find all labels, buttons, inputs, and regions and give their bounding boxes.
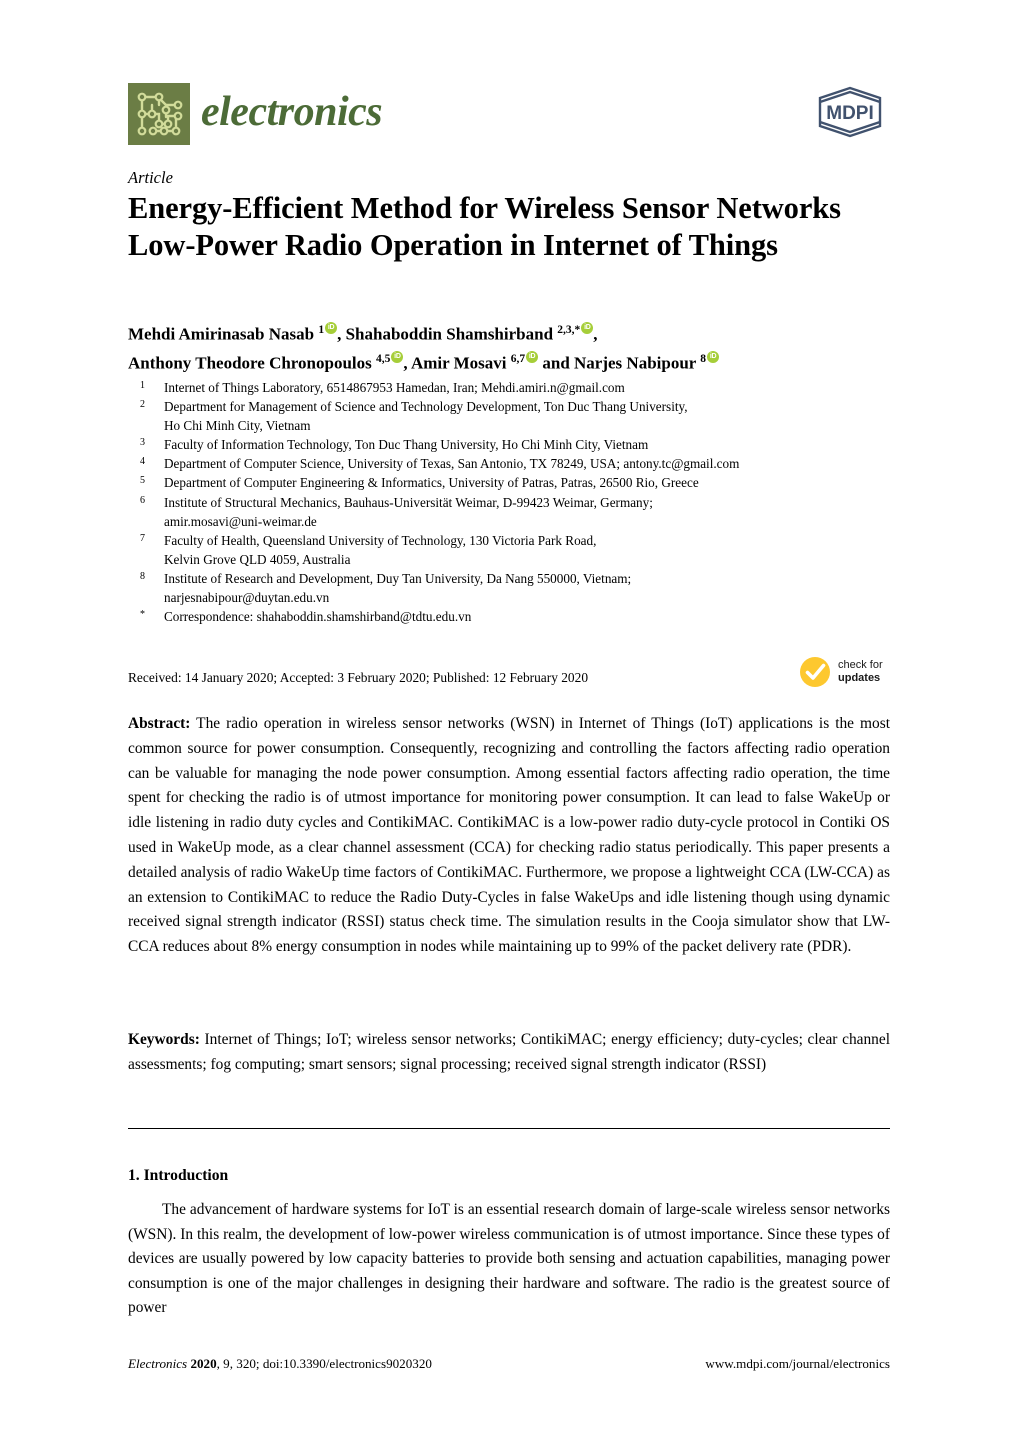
footer-year: 2020 [190,1356,217,1371]
publication-dates: Received: 14 January 2020; Accepted: 3 F… [128,670,589,685]
author-name: Shahaboddin Shamshirband [345,324,558,344]
affiliation-row: 6 Institute of Structural Mechanics, Bauh… [140,493,900,531]
affiliation-marker: 8 [140,570,145,582]
abstract-block: Abstract: The radio operation in wireles… [128,712,890,960]
affiliation-line: Ho Chi Minh City, Vietnam [164,418,311,434]
affiliation-marker: 6 [140,494,145,506]
affiliation-row: 3 Faculty of Information Technology, Ton … [140,435,900,454]
affiliation-marker: 7 [140,532,145,544]
affiliation-line: Internet of Things Laboratory, 651486795… [164,380,625,395]
article-type-label: Article [128,168,173,187]
author-line-2: Anthony Theodore Chronopoulos 4,5, Amir … [128,347,888,376]
affiliation-line: Department for Management of Science and… [164,399,688,415]
author-name: Anthony Theodore Chronopoulos [128,353,376,373]
affiliation-marker: 4 [140,456,145,468]
affiliation-marker: 1 [140,380,145,391]
journal-name: electronics [201,89,383,135]
journal-brand: electronics [128,83,383,145]
affiliation-row: 2 Department for Management of Science an… [140,397,900,435]
affiliation-text: Faculty of Information Technology, Ton D… [164,435,900,454]
author-separator: and [538,353,575,373]
cfu-line-2: updates [838,672,881,684]
affiliation-marker: 5 [140,475,145,487]
keywords-block: Keywords: Internet of Things; IoT; wirel… [128,1028,890,1078]
cfu-line-1: check for [838,659,883,671]
mdpi-wordmark: MDPI [826,103,874,124]
author-separator: , [403,353,411,373]
affiliation-row: 7 Faculty of Health, Queensland Universit… [140,531,900,569]
affiliation-line: Faculty of Health, Queensland University… [164,532,597,548]
abstract-text: The radio operation in wireless sensor n… [128,715,890,956]
affiliation-line: narjesnabipour@duytan.edu.vn [164,590,330,606]
page-title: Energy-Efficient Method for Wireless Sen… [128,191,841,262]
check-circle-icon [800,657,830,687]
orcid-id-icon[interactable] [391,350,404,363]
affiliation-text: Faculty of Health, Queensland University… [164,531,900,569]
orcid-id-icon[interactable] [581,322,594,334]
affiliation-line: Correspondence: shahaboddin.shamshirband… [164,609,472,625]
affiliation-row: 1 Internet of Things Laboratory, 65148679… [140,378,900,397]
abstract-label: Abstract: [128,715,191,732]
footer-volume-doi: , 9, 320; doi:10.3390/electronics9020320 [216,1356,432,1371]
check-for-updates-text: check for updates [838,659,883,685]
affiliation-text: Internet of Things Laboratory, 651486795… [164,378,900,397]
footer-journal-name: Electronics [128,1356,188,1371]
orcid-id-icon[interactable] [325,322,338,334]
affiliation-line: Institute of Structural Mechanics, Bauha… [164,494,653,510]
author-name: Mehdi Amirinasab Nasab [128,324,319,344]
affiliation-text: Department for Management of Science and… [164,397,900,435]
affiliation-text: Department of Computer Science, Universi… [164,454,900,473]
affiliation-text: Institute of Research and Development, D… [164,569,900,607]
affiliation-line: Kelvin Grove QLD 4059, Australia [164,551,351,567]
masthead: electronics MDPI [128,80,892,150]
author-line-1: Mehdi Amirinasab Nasab 1, Shahaboddin Sh… [128,318,888,347]
affiliation-text: Institute of Structural Mechanics, Bauha… [164,493,900,531]
section-paragraph-introduction: The advancement of hardware systems for … [128,1201,890,1317]
author-name: Amir Mosavi [410,353,511,373]
affiliation-line: Institute of Research and Development, D… [164,570,632,586]
section-heading-introduction: 1. Introduction [128,1167,229,1184]
keywords-text: Internet of Things; IoT; wireless sensor… [128,1031,890,1073]
affiliation-list: 1 Internet of Things Laboratory, 65148679… [140,378,900,626]
affiliation-row: 8 Institute of Research and Development, … [140,569,900,607]
affiliation-marker: 3 [140,437,145,449]
affiliation-row: 4 Department of Computer Science, Univers… [140,454,900,473]
affiliation-marker: 2 [140,399,145,411]
footer-url[interactable]: www.mdpi.com/journal/electronics [705,1356,890,1372]
affiliation-text: Correspondence: shahaboddin.shamshirband… [164,607,900,626]
affiliation-marker: * [140,609,145,621]
circuit-board-icon [128,83,190,145]
author-affiliation-superscript: 4,5 [376,352,391,365]
orcid-id-icon[interactable] [526,350,539,363]
author-separator: , [337,324,346,344]
author-affiliation-superscript: 8 [700,352,707,365]
footer-citation: Electronics 2020, 9, 320; doi:10.3390/el… [128,1356,432,1372]
keywords-label: Keywords: [128,1031,200,1048]
author-name: Narjes Nabipour [574,353,701,373]
affiliation-line: Department of Computer Science, Universi… [164,456,740,472]
affiliation-text: Department of Computer Engineering & Inf… [164,473,900,492]
paper-page: electronics MDPI Article Energy-Efficien… [0,0,1020,1442]
affiliation-row: 5 Department of Computer Engineering & In… [140,473,900,492]
affiliation-row: * Correspondence: shahaboddin.shamshirban… [140,607,900,626]
author-affiliation-superscript: 2,3,* [557,324,581,336]
mdpi-logo: MDPI [808,86,892,138]
affiliation-line: amir.mosavi@uni-weimar.de [164,513,317,529]
author-affiliation-superscript: 1 [318,324,325,336]
check-for-updates-badge[interactable]: check for updates [798,655,883,689]
author-separator: , [593,324,598,344]
affiliation-line: Department of Computer Engineering & Inf… [164,475,699,491]
orcid-id-icon[interactable] [707,350,720,363]
affiliation-line: Faculty of Information Technology, Ton D… [164,437,649,453]
author-list: Mehdi Amirinasab Nasab 1, Shahaboddin Sh… [128,318,888,375]
author-affiliation-superscript: 6,7 [510,352,526,365]
section-divider [128,1128,890,1129]
